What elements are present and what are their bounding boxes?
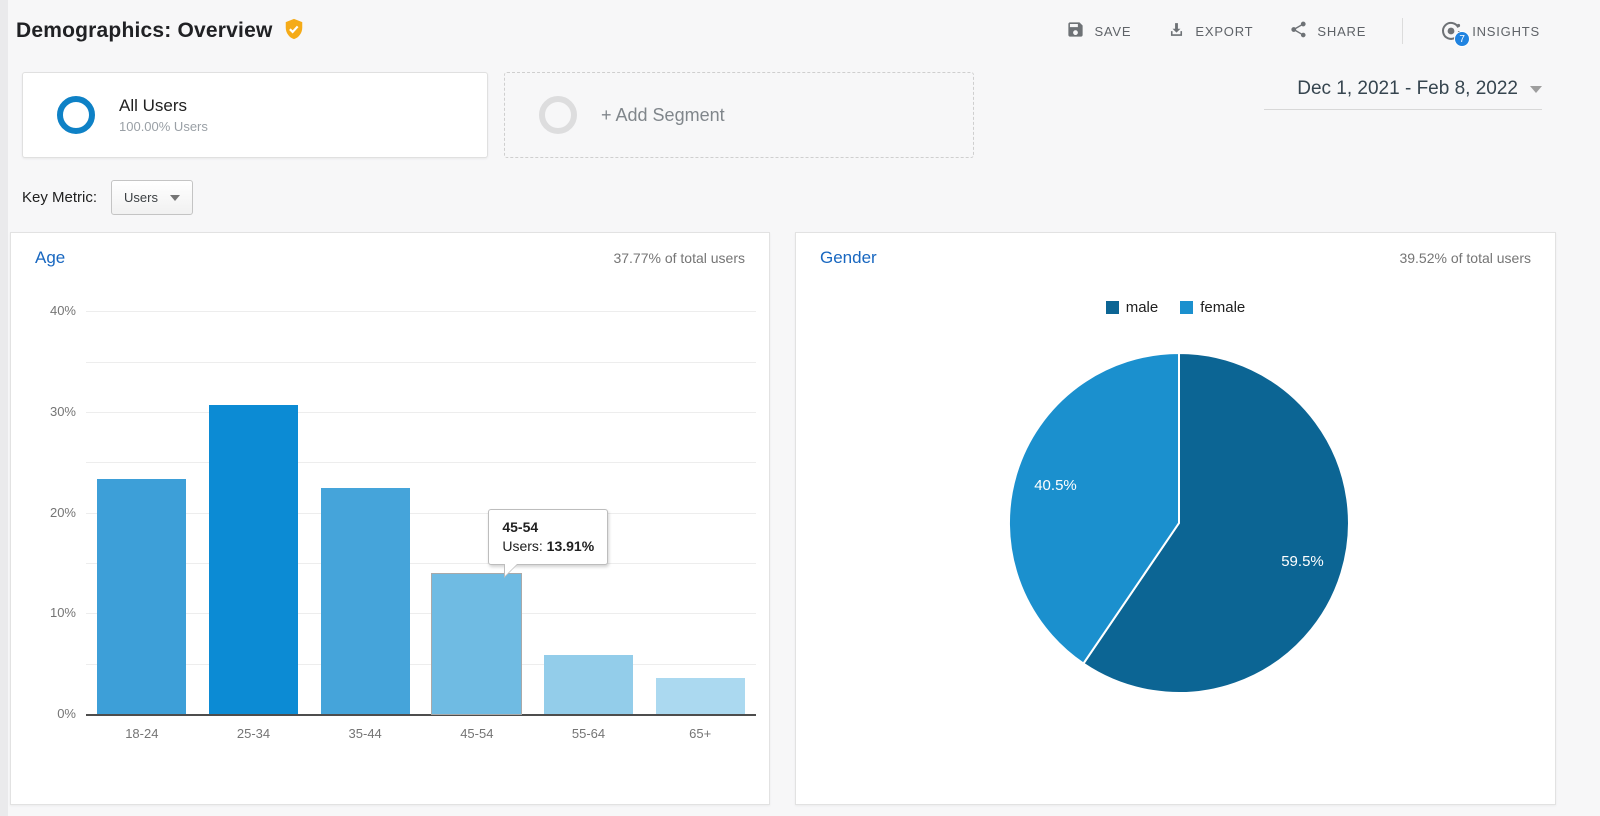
pie-slice-label: 59.5% — [1281, 553, 1324, 570]
segment-all-users[interactable]: All Users 100.00% Users — [22, 72, 488, 158]
pie-slice-label: 40.5% — [1034, 477, 1077, 494]
insights-button[interactable]: 7 INSIGHTS — [1439, 19, 1540, 43]
gridline — [86, 563, 756, 564]
page-left-gutter — [0, 0, 8, 816]
x-axis-label: 65+ — [644, 726, 756, 741]
page-title: Demographics: Overview — [16, 19, 273, 43]
x-axis-label: 35-44 — [309, 726, 421, 741]
verified-shield-icon — [283, 17, 305, 46]
gridline — [86, 513, 756, 514]
gridline — [86, 362, 756, 363]
share-icon — [1289, 20, 1308, 42]
age-bar-18-24[interactable] — [97, 479, 186, 714]
date-range-text: Dec 1, 2021 - Feb 8, 2022 — [1297, 78, 1518, 100]
add-segment-ring-icon — [539, 96, 577, 134]
key-metric-dropdown[interactable]: Users — [111, 180, 193, 215]
insights-badge: 7 — [1454, 31, 1470, 47]
add-segment-label: + Add Segment — [601, 105, 725, 126]
chevron-down-icon — [170, 195, 180, 201]
export-button[interactable]: EXPORT — [1167, 20, 1253, 42]
y-axis-label: 0% — [18, 706, 76, 721]
gender-pie-chart: male female 59.5% 40.5% — [796, 233, 1555, 804]
y-axis-label: 40% — [18, 303, 76, 318]
age-bar-45-54[interactable] — [432, 574, 521, 714]
x-axis-label: 18-24 — [86, 726, 198, 741]
gridline — [86, 462, 756, 463]
age-bar-55-64[interactable] — [544, 655, 633, 714]
save-icon — [1066, 20, 1085, 42]
pie-legend: male female — [796, 299, 1555, 316]
toolbar-divider — [1402, 18, 1403, 44]
gridline — [86, 311, 756, 312]
gridline — [86, 412, 756, 413]
toolbar: SAVE EXPORT SHARE 7 INSIGHTS — [1066, 18, 1540, 44]
legend-label: female — [1200, 299, 1245, 316]
legend-swatch — [1180, 301, 1193, 314]
legend-label: male — [1126, 299, 1159, 316]
y-axis-label: 10% — [18, 605, 76, 620]
gridline — [86, 664, 756, 665]
legend-swatch — [1106, 301, 1119, 314]
date-range-picker[interactable]: Dec 1, 2021 - Feb 8, 2022 — [1264, 78, 1542, 110]
segment-subtitle: 100.00% Users — [119, 119, 208, 134]
add-segment-button[interactable]: + Add Segment — [504, 72, 974, 158]
save-button[interactable]: SAVE — [1066, 20, 1131, 42]
chevron-down-icon — [1530, 86, 1542, 93]
share-button[interactable]: SHARE — [1289, 20, 1366, 42]
segment-ring-icon — [57, 96, 95, 134]
key-metric-label: Key Metric: — [22, 189, 97, 206]
download-icon — [1167, 20, 1186, 42]
gender-panel: Gender 39.52% of total users malefemale5… — [795, 232, 1556, 805]
insights-icon: 7 — [1439, 19, 1463, 43]
age-bar-35-44[interactable] — [321, 488, 410, 714]
legend-item-female[interactable]: female — [1180, 299, 1245, 316]
bar-tooltip: 45-54 Users: 13.91% — [488, 509, 608, 565]
age-bar-65+[interactable] — [656, 678, 745, 714]
tooltip-value: Users: 13.91% — [502, 538, 594, 554]
legend-item-male[interactable]: male — [1106, 299, 1159, 316]
tooltip-title: 45-54 — [502, 519, 594, 535]
x-axis-label: 55-64 — [533, 726, 645, 741]
y-axis-label: 30% — [18, 404, 76, 419]
age-bar-chart: 0%10%20%30%40%18-2425-3435-4445-5455-646… — [11, 233, 769, 804]
x-axis-label: 25-34 — [198, 726, 310, 741]
x-axis-label: 45-54 — [421, 726, 533, 741]
gridline — [86, 613, 756, 614]
pie-svg: 59.5% 40.5% — [994, 338, 1364, 708]
report-header: Demographics: Overview SAVE EXPORT SHARE — [8, 0, 1600, 62]
segment-title: All Users — [119, 96, 208, 116]
age-panel: Age 37.77% of total users 0%10%20%30%40%… — [10, 232, 770, 805]
x-axis-line — [86, 714, 756, 716]
y-axis-label: 20% — [18, 505, 76, 520]
age-bar-25-34[interactable] — [209, 405, 298, 714]
